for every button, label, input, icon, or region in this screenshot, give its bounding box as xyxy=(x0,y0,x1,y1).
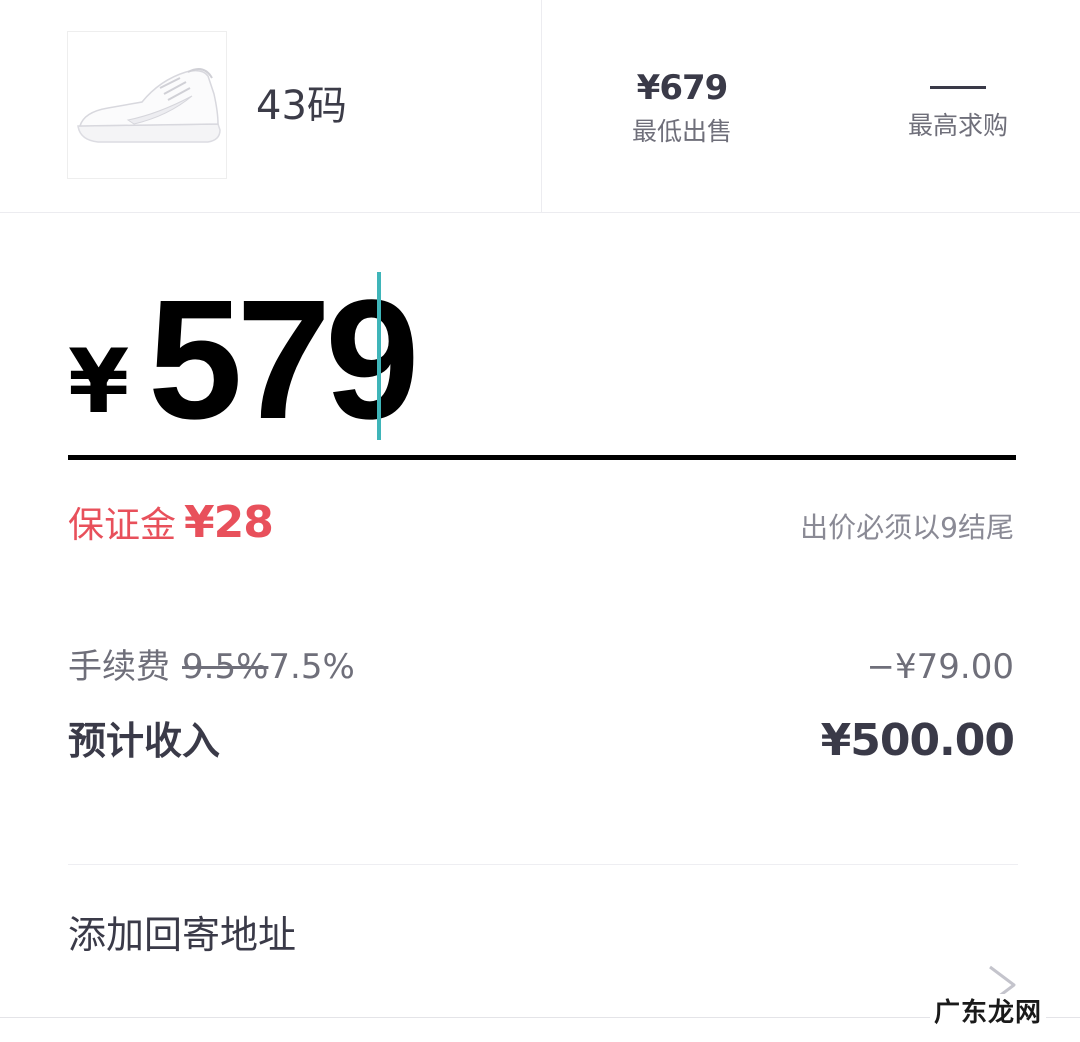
product-thumbnail[interactable] xyxy=(67,31,227,179)
highest-bid-label: 最高求购 xyxy=(907,111,1008,140)
deposit-label: 保证金 xyxy=(68,505,177,546)
lowest-sale-value: ¥679 xyxy=(636,68,729,108)
income-amount: ¥500.00 xyxy=(820,715,1015,766)
fee-row: 手续费 9.5%7.5% −¥79.00 xyxy=(68,643,1016,697)
watermark: 广东龙网 xyxy=(929,994,1046,1032)
lowest-sale-stat[interactable]: ¥679 最低出售 xyxy=(592,66,772,148)
price-input-field[interactable]: ¥ 579 xyxy=(68,270,1016,460)
price-rule-hint: 出价必须以9结尾 xyxy=(800,511,1014,544)
sneaker-image xyxy=(77,68,221,143)
fee-label: 手续费 xyxy=(68,647,170,687)
product-header: 43码 ¥679 最低出售 最高求购 xyxy=(0,0,1080,213)
address-label: 添加回寄地址 xyxy=(68,913,297,957)
income-row: 预计收入 ¥500.00 xyxy=(68,712,1016,778)
deposit-value: ¥28 xyxy=(184,497,274,548)
highest-bid-empty-dash xyxy=(930,86,986,89)
price-input-underline xyxy=(68,455,1016,460)
text-cursor xyxy=(377,272,381,440)
header-divider xyxy=(541,0,542,212)
highest-bid-stat[interactable]: 最高求购 xyxy=(868,66,1048,142)
fee-new-rate: 7.5% xyxy=(268,647,355,687)
fee-amount: −¥79.00 xyxy=(866,647,1014,687)
income-label: 预计收入 xyxy=(68,719,221,763)
fee-old-rate: 9.5% xyxy=(182,647,269,687)
currency-symbol: ¥ xyxy=(68,330,130,433)
add-return-address-row[interactable]: 添加回寄地址 xyxy=(0,865,1080,1018)
lowest-sale-label: 最低出售 xyxy=(631,117,732,146)
size-label: 43码 xyxy=(256,83,347,129)
deposit-info: 保证金 ¥28 xyxy=(68,495,274,560)
price-input-value[interactable]: 579 xyxy=(148,270,420,450)
